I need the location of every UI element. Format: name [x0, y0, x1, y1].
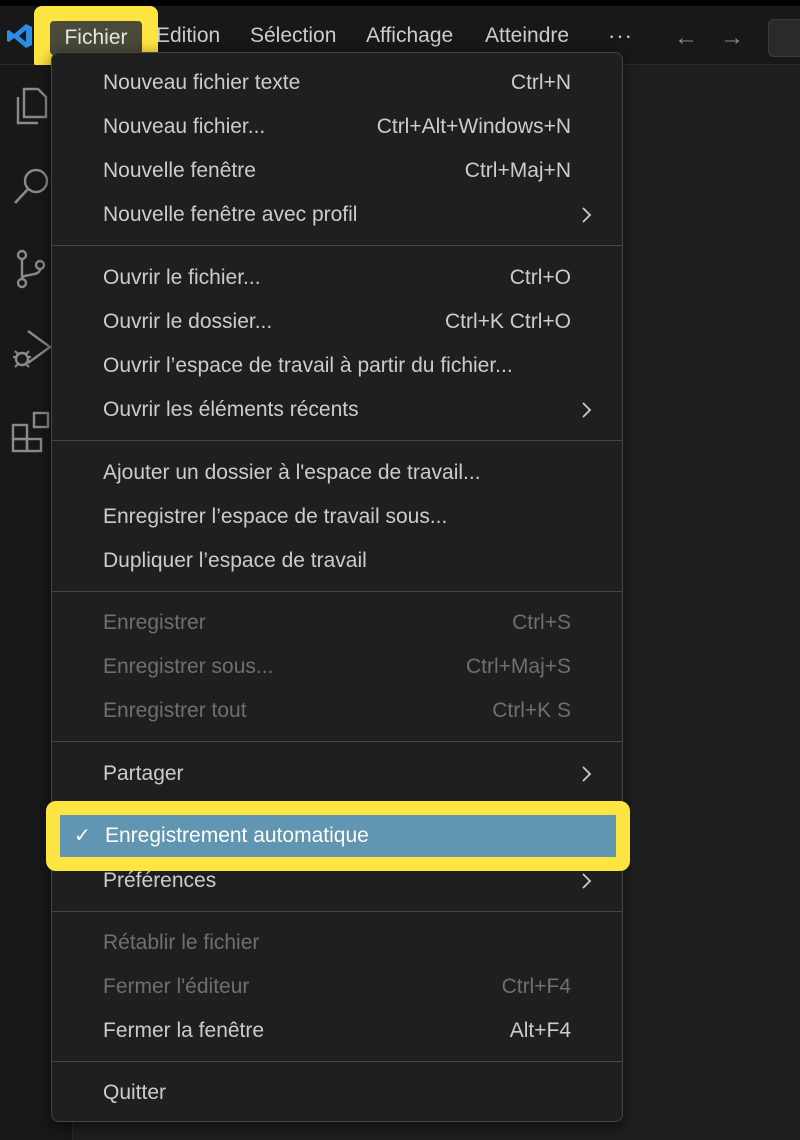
menu-item-fermer-fenetre[interactable]: Fermer la fenêtre Alt+F4	[52, 1009, 622, 1053]
menu-item-partager[interactable]: Partager	[52, 752, 622, 796]
menu-item-dupliquer-espace[interactable]: Dupliquer l’espace de travail	[52, 539, 622, 583]
menu-item-ajouter-dossier[interactable]: Ajouter un dossier à l'espace de travail…	[52, 451, 622, 495]
extensions-icon[interactable]	[10, 409, 54, 453]
file-menu-dropdown: Nouveau fichier texte Ctrl+N Nouveau fic…	[46, 52, 630, 1122]
run-debug-icon[interactable]	[10, 327, 54, 371]
menu-item-enregistrer-espace-sous[interactable]: Enregistrer l’espace de travail sous...	[52, 495, 622, 539]
menu-affichage[interactable]: Affichage	[360, 20, 459, 54]
vscode-logo-icon[interactable]	[6, 22, 34, 50]
chevron-right-icon	[582, 873, 592, 889]
search-icon[interactable]	[10, 165, 54, 209]
menu-separator	[52, 440, 622, 441]
menu-item-enregistrement-automatique[interactable]: ✓ Enregistrement automatique	[60, 815, 616, 857]
back-arrow-icon[interactable]: ←	[674, 24, 698, 52]
menu-item-ouvrir-espace-travail[interactable]: Ouvrir l’espace de travail à partir du f…	[52, 344, 622, 388]
menu-item-enregistrer-tout: Enregistrer tout Ctrl+K S	[103, 699, 571, 722]
menu-separator	[52, 1061, 622, 1062]
more-menus-button[interactable]: ···	[602, 20, 639, 54]
menu-separator	[52, 741, 622, 742]
menu-item-retablir-fichier: Rétablir le fichier	[103, 931, 260, 954]
menu-fichier[interactable]: Fichier	[50, 21, 142, 55]
menu-item-nouveau-fichier[interactable]: Nouveau fichier... Ctrl+Alt+Windows+N	[52, 105, 622, 149]
menu-item-ouvrir-fichier[interactable]: Ouvrir le fichier... Ctrl+O	[52, 256, 622, 300]
command-center-search[interactable]	[768, 19, 800, 57]
chevron-right-icon	[582, 766, 592, 782]
menu-item-preferences[interactable]: Préférences	[52, 859, 622, 903]
menu-item-elements-recents[interactable]: Ouvrir les éléments récents	[52, 388, 622, 432]
chevron-right-icon	[582, 402, 592, 418]
explorer-icon[interactable]	[10, 83, 54, 127]
menu-edition[interactable]: Edition	[150, 20, 226, 54]
menu-item-nouveau-fichier-texte[interactable]: Nouveau fichier texte Ctrl+N	[52, 61, 622, 105]
menu-separator	[52, 911, 622, 912]
menu-item-enregistrer-sous: Enregistrer sous... Ctrl+Maj+S	[103, 655, 571, 678]
menu-item-enregistrer: Enregistrer Ctrl+S	[103, 611, 571, 634]
menu-item-nouvelle-fenetre[interactable]: Nouvelle fenêtre Ctrl+Maj+N	[52, 149, 622, 193]
menu-item-quitter[interactable]: Quitter	[52, 1071, 622, 1115]
menu-item-fermer-editeur: Fermer l'éditeur Ctrl+F4	[103, 975, 571, 998]
menu-separator	[52, 245, 622, 246]
chevron-right-icon	[582, 207, 592, 223]
source-control-icon[interactable]	[10, 247, 54, 291]
checkmark-icon: ✓	[74, 825, 91, 847]
menu-item-nouvelle-fenetre-profil[interactable]: Nouvelle fenêtre avec profil	[52, 193, 622, 237]
menu-atteindre[interactable]: Atteindre	[479, 20, 575, 54]
menu-item-ouvrir-dossier[interactable]: Ouvrir le dossier... Ctrl+K Ctrl+O	[52, 300, 622, 344]
menu-selection[interactable]: Sélection	[244, 20, 342, 54]
forward-arrow-icon[interactable]: →	[720, 24, 744, 52]
menu-separator	[52, 591, 622, 592]
